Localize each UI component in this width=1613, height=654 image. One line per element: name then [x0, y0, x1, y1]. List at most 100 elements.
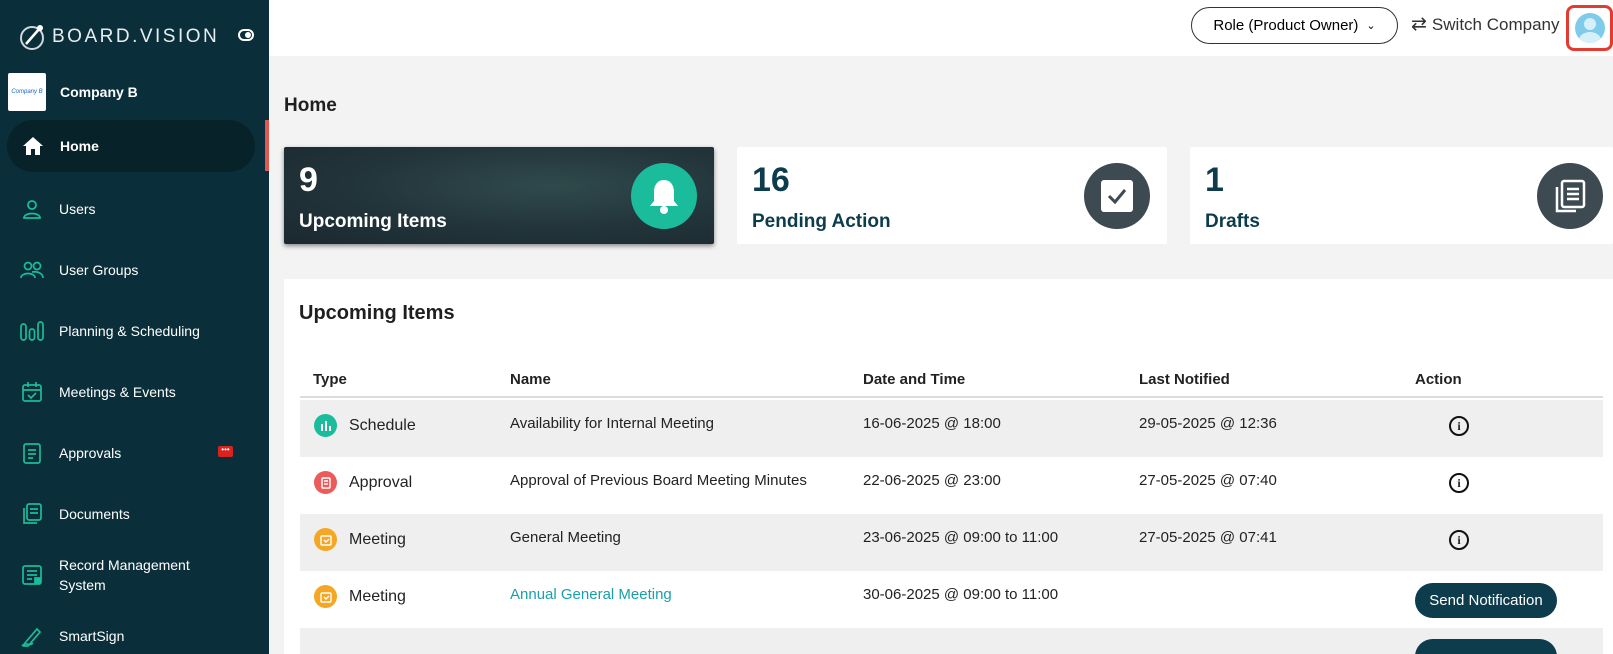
user-icon — [20, 197, 44, 221]
card-upcoming-items[interactable]: 9 Upcoming Items — [284, 147, 714, 244]
active-nav-marker — [265, 120, 269, 171]
card-count: 1 — [1205, 161, 1224, 199]
sidebar-item-label: Meetings & Events — [59, 383, 176, 400]
item-datetime: 30-06-2025 @ 09:00 to 11:00 — [863, 586, 1059, 603]
panel-title: Upcoming Items — [299, 302, 455, 324]
type-label: Meeting — [349, 530, 406, 548]
chevron-down-icon: ⌄ — [1366, 20, 1376, 32]
documents-icon — [20, 502, 44, 526]
pen-icon — [20, 624, 44, 648]
sidebar-item-label: User Groups — [59, 261, 139, 278]
send-notification-button[interactable] — [1415, 639, 1557, 654]
switch-arrows-icon: ⇄ — [1411, 14, 1427, 35]
column-header: Action — [1415, 371, 1462, 388]
column-header: Date and Time — [863, 371, 966, 388]
user-avatar-button[interactable] — [1566, 5, 1613, 51]
item-name: Approval of Previous Board Meeting Minut… — [510, 472, 807, 489]
role-label: Role (Product Owner) — [1213, 17, 1359, 34]
item-last-notified: 27-05-2025 @ 07:41 — [1139, 529, 1277, 546]
item-datetime: 22-06-2025 @ 23:00 — [863, 472, 1001, 489]
table-row — [300, 628, 1603, 654]
type-label: Schedule — [349, 416, 416, 434]
company-logo: Company B — [8, 73, 46, 111]
card-label: Drafts — [1205, 211, 1260, 232]
sidebar-item-label: SmartSign — [59, 627, 125, 644]
table-row: Meeting Annual General Meeting 30-06-202… — [300, 571, 1603, 628]
card-pending-action[interactable]: 16 Pending Action — [737, 147, 1167, 244]
role-dropdown[interactable]: Role (Product Owner) ⌄ — [1191, 7, 1398, 44]
card-drafts[interactable]: 1 Drafts — [1190, 147, 1613, 244]
brand-logo[interactable]: BOARD.VISION — [18, 20, 258, 54]
type-cell: Meeting — [314, 585, 406, 608]
sidebar-item-smartsign[interactable]: SmartSign — [0, 605, 269, 654]
type-cell: Meeting — [314, 528, 406, 551]
table-row: Meeting General Meeting 23-06-2025 @ 09:… — [300, 514, 1603, 571]
item-datetime: 23-06-2025 @ 09:00 to 11:00 — [863, 529, 1059, 546]
sidebar-item-users[interactable]: Users — [0, 178, 269, 239]
sidebar-item-label: Record Management System — [59, 556, 190, 593]
sidebar-nav: Home Users User Groups Planning & Schedu… — [0, 120, 269, 654]
sidebar-item-label: Users — [59, 200, 96, 217]
table-row: Schedule Availability for Internal Meeti… — [300, 400, 1603, 457]
sidebar-item-approvals[interactable]: Approvals ••• — [0, 422, 269, 483]
meeting-icon — [314, 585, 337, 608]
copy-icon — [1537, 163, 1603, 229]
type-label: Approval — [349, 473, 413, 491]
item-datetime: 16-06-2025 @ 18:00 — [863, 415, 1001, 432]
sidebar-item-label: Planning & Scheduling — [59, 322, 200, 339]
record-icon — [20, 563, 44, 587]
company-selector[interactable]: Company B Company B — [8, 72, 258, 112]
switch-company-label: Switch Company — [1431, 14, 1560, 34]
bars-icon — [20, 319, 44, 343]
item-name: Availability for Internal Meeting — [510, 415, 714, 432]
item-name-link[interactable]: Annual General Meeting — [510, 586, 672, 603]
item-last-notified: 27-05-2025 @ 07:40 — [1139, 472, 1277, 489]
brand-name: BOARD.VISION — [52, 26, 220, 47]
column-header: Type — [313, 371, 347, 388]
table-row: Approval Approval of Previous Board Meet… — [300, 457, 1603, 514]
meeting-icon — [314, 528, 337, 551]
sidebar-item-home[interactable]: Home — [7, 120, 255, 172]
page-title: Home — [284, 95, 337, 116]
card-count: 16 — [752, 161, 790, 199]
sidebar-item-label: Home — [60, 138, 99, 154]
send-notification-button[interactable]: Send Notification — [1415, 583, 1557, 618]
type-cell: Schedule — [314, 414, 416, 437]
sidebar: BOARD.VISION Company B Company B Home Us… — [0, 0, 269, 654]
sidebar-item-planning-scheduling[interactable]: Planning & Scheduling — [0, 300, 269, 361]
info-icon[interactable]: i — [1449, 530, 1469, 550]
type-label: Meeting — [349, 587, 406, 605]
logo-mark-icon — [20, 25, 44, 50]
company-name: Company B — [60, 84, 138, 100]
users-icon — [20, 258, 44, 282]
avatar-icon — [1574, 13, 1605, 43]
bell-icon — [631, 163, 697, 229]
home-icon — [21, 134, 45, 158]
card-count: 9 — [299, 161, 318, 199]
sidebar-item-documents[interactable]: Documents — [0, 483, 269, 544]
approvals-badge: ••• — [218, 446, 233, 457]
upcoming-items-panel: Upcoming Items Type Name Date and Time L… — [284, 279, 1613, 654]
schedule-icon — [314, 414, 337, 437]
info-icon[interactable]: i — [1449, 416, 1469, 436]
sidebar-item-label: Approvals — [59, 444, 122, 461]
switch-company-link[interactable]: ⇄ Switch Company — [1411, 13, 1559, 36]
info-icon[interactable]: i — [1449, 473, 1469, 493]
item-name: General Meeting — [510, 529, 621, 546]
sidebar-item-label: Documents — [59, 505, 130, 522]
document-icon — [20, 441, 44, 465]
type-cell: Approval — [314, 471, 412, 494]
card-label: Pending Action — [752, 211, 891, 232]
sidebar-toggle-icon[interactable] — [238, 29, 254, 41]
topbar: Role (Product Owner) ⌄ ⇄ Switch Company — [269, 0, 1613, 56]
card-label: Upcoming Items — [299, 211, 447, 232]
sidebar-item-record-management[interactable]: Record Management System — [0, 544, 269, 605]
column-header: Name — [510, 371, 551, 388]
approval-icon — [314, 471, 337, 494]
table-header: Type Name Date and Time Last Notified Ac… — [300, 362, 1603, 398]
sidebar-item-user-groups[interactable]: User Groups — [0, 239, 269, 300]
item-last-notified: 29-05-2025 @ 12:36 — [1139, 415, 1277, 432]
checkbox-icon — [1084, 163, 1150, 229]
sidebar-item-meetings-events[interactable]: Meetings & Events — [0, 361, 269, 422]
column-header: Last Notified — [1139, 371, 1230, 388]
